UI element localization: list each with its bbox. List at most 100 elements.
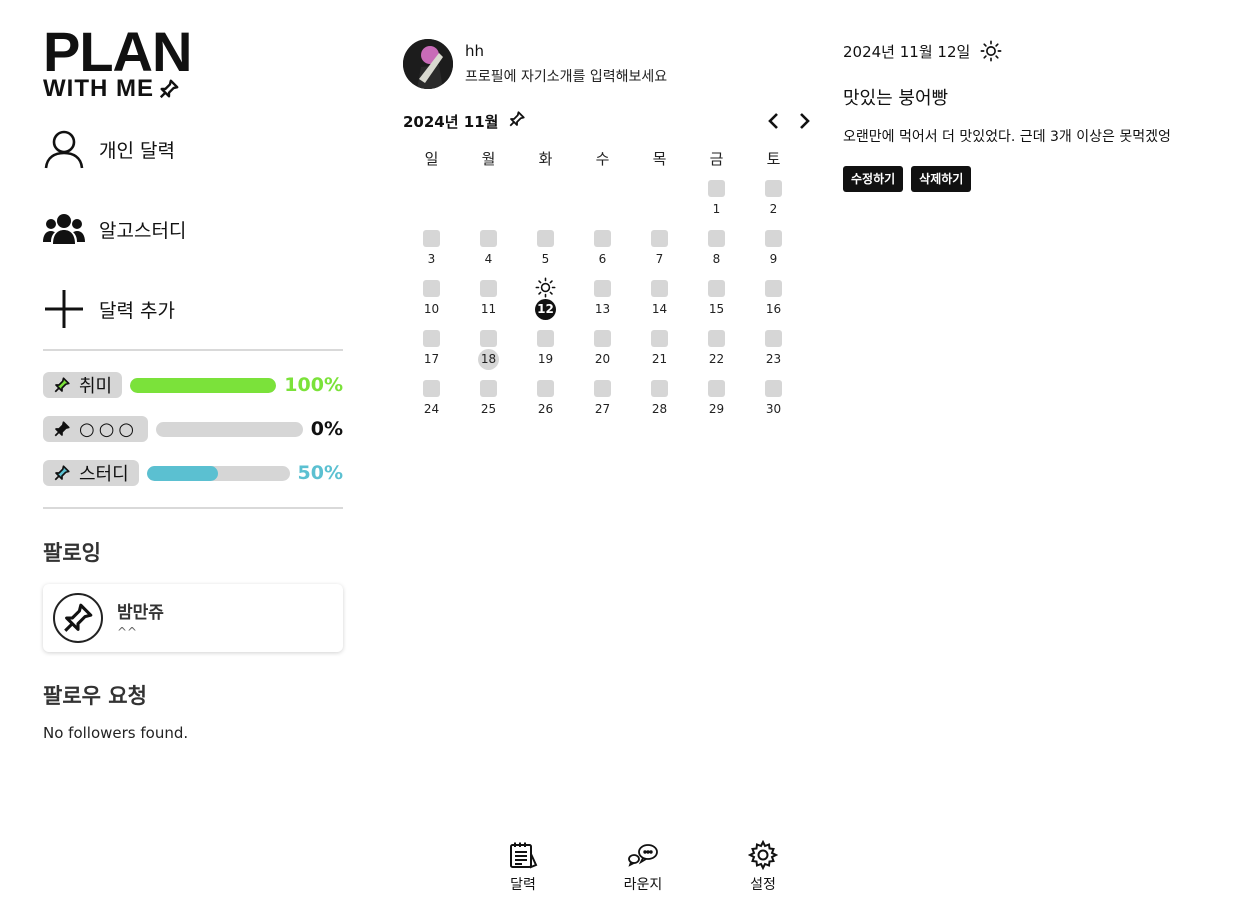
calendar-day[interactable]: 29: [688, 374, 745, 424]
following-card[interactable]: 밤만쥬 ^^: [43, 584, 343, 652]
calendar-day[interactable]: 16: [745, 274, 802, 324]
edit-button[interactable]: 수정하기: [843, 166, 904, 192]
day-number: 4: [484, 252, 493, 266]
calendar-day[interactable]: 24: [403, 374, 460, 424]
logo-line2: WITH ME: [43, 75, 154, 102]
gear-icon: [747, 840, 779, 870]
avatar: [53, 593, 103, 643]
calendar-day[interactable]: 22: [688, 324, 745, 374]
tab-lounge[interactable]: 라운지: [598, 840, 688, 894]
goal-chip[interactable]: 취미: [43, 372, 123, 398]
profile-header: hh 프로필에 자기소개를 입력해보세요: [403, 39, 667, 89]
calendar-day[interactable]: 27: [574, 374, 631, 424]
day-entry-box: [594, 280, 611, 297]
weekday-row: 일 월 화 수 목 금 토: [403, 148, 803, 174]
goal-percent: 50%: [297, 462, 343, 484]
calendar-day[interactable]: 17: [403, 324, 460, 374]
day-number: 24: [423, 402, 440, 416]
tab-calendar[interactable]: 달력: [478, 840, 568, 894]
day-entry-box: [594, 330, 611, 347]
weekday-label: 목: [652, 150, 667, 168]
calendar-day[interactable]: 4: [460, 224, 517, 274]
day-entry-box: [423, 280, 440, 297]
calendar-day[interactable]: 6: [574, 224, 631, 274]
weekday-label: 토: [766, 150, 781, 168]
sidebar-item-personal-calendar[interactable]: 개인 달력: [43, 128, 175, 170]
day-entry-box: [651, 380, 668, 397]
tab-settings[interactable]: 설정: [718, 840, 808, 894]
day-number: 2: [769, 202, 778, 216]
calendar-day[interactable]: 1: [688, 174, 745, 224]
day-entry-box: [480, 280, 497, 297]
day-number: 5: [541, 252, 550, 266]
calendar-day[interactable]: 15: [688, 274, 745, 324]
day-number: 12: [535, 299, 556, 320]
pin-filled-icon: [54, 421, 70, 437]
day-number: 11: [480, 302, 497, 316]
day-number: 22: [708, 352, 725, 366]
weekday-label: 화: [538, 150, 553, 168]
goal-chip[interactable]: ○○○: [43, 416, 149, 442]
calendar-day[interactable]: 9: [745, 224, 802, 274]
calendar-weeks: 1 2 3 4 5 6 7 8 9 10 11 12 13 14 15 16 17 18 19 20 21 22 23 24 2…: [403, 174, 803, 424]
weekday-label: 월: [481, 150, 496, 168]
calendar-day[interactable]: 10: [403, 274, 460, 324]
day-number: 6: [598, 252, 607, 266]
following-title: 팔로잉: [43, 541, 101, 565]
day-number: 15: [708, 302, 725, 316]
calendar-day[interactable]: 26: [517, 374, 574, 424]
calendar-day[interactable]: 13: [574, 274, 631, 324]
sidebar-item-label: 알고스터디: [99, 219, 187, 242]
pin-icon[interactable]: [508, 110, 526, 132]
weekday-label: 수: [595, 150, 610, 168]
next-month-button[interactable]: [797, 111, 813, 131]
day-number: 25: [480, 402, 497, 416]
goal-progress-fill: [146, 465, 219, 481]
follow-requests-title: 팔로우 요청: [43, 684, 147, 708]
calendar-day[interactable]: 28: [631, 374, 688, 424]
goal-chip[interactable]: 스터디: [43, 460, 139, 486]
day-number: 18: [478, 349, 499, 370]
day-entry-box: [708, 280, 725, 297]
sun-icon: [535, 277, 556, 298]
calendar-day[interactable]: 25: [460, 374, 517, 424]
day-number: 28: [651, 402, 668, 416]
calendar-day[interactable]: 18: [460, 324, 517, 374]
profile-avatar[interactable]: [403, 39, 453, 89]
sidebar-divider: [43, 349, 343, 351]
tab-label: 달력: [510, 877, 536, 893]
calendar-day[interactable]: 19: [517, 324, 574, 374]
delete-button[interactable]: 삭제하기: [911, 166, 972, 192]
calendar-day[interactable]: 30: [745, 374, 802, 424]
calendar-empty-cell: [517, 174, 574, 224]
goal-label: 취미: [79, 376, 113, 397]
day-number: 10: [423, 302, 440, 316]
detail-date: 2024년 11월 12일: [843, 42, 971, 61]
calendar-day[interactable]: 20: [574, 324, 631, 374]
goal-percent: 100%: [284, 374, 343, 396]
day-entry-box: [594, 230, 611, 247]
calendar-day[interactable]: 7: [631, 224, 688, 274]
app-logo[interactable]: PLAN WITH ME: [43, 24, 213, 102]
sidebar-item-add-calendar[interactable]: 달력 추가: [43, 288, 175, 330]
prev-month-button[interactable]: [765, 111, 781, 131]
follow-requests-empty: No followers found.: [43, 724, 189, 742]
calendar-day[interactable]: 21: [631, 324, 688, 374]
sidebar-item-algo-study[interactable]: 알고스터디: [43, 208, 186, 250]
calendar-day[interactable]: 11: [460, 274, 517, 324]
goal-row-study: 스터디 50%: [43, 460, 343, 486]
calendar-day[interactable]: 3: [403, 224, 460, 274]
goal-progress-fill: [130, 377, 277, 393]
calendar-day[interactable]: 23: [745, 324, 802, 374]
day-entry-box: [537, 230, 554, 247]
chevron-left-icon: [768, 113, 778, 129]
calendar-day[interactable]: 12: [517, 274, 574, 324]
day-number: 13: [594, 302, 611, 316]
following-name: 밤만쥬: [117, 602, 164, 623]
calendar-day[interactable]: 14: [631, 274, 688, 324]
goal-progress-bar: [156, 421, 303, 437]
calendar-day[interactable]: 5: [517, 224, 574, 274]
calendar-day[interactable]: 2: [745, 174, 802, 224]
calendar-day[interactable]: 8: [688, 224, 745, 274]
day-number: 27: [594, 402, 611, 416]
